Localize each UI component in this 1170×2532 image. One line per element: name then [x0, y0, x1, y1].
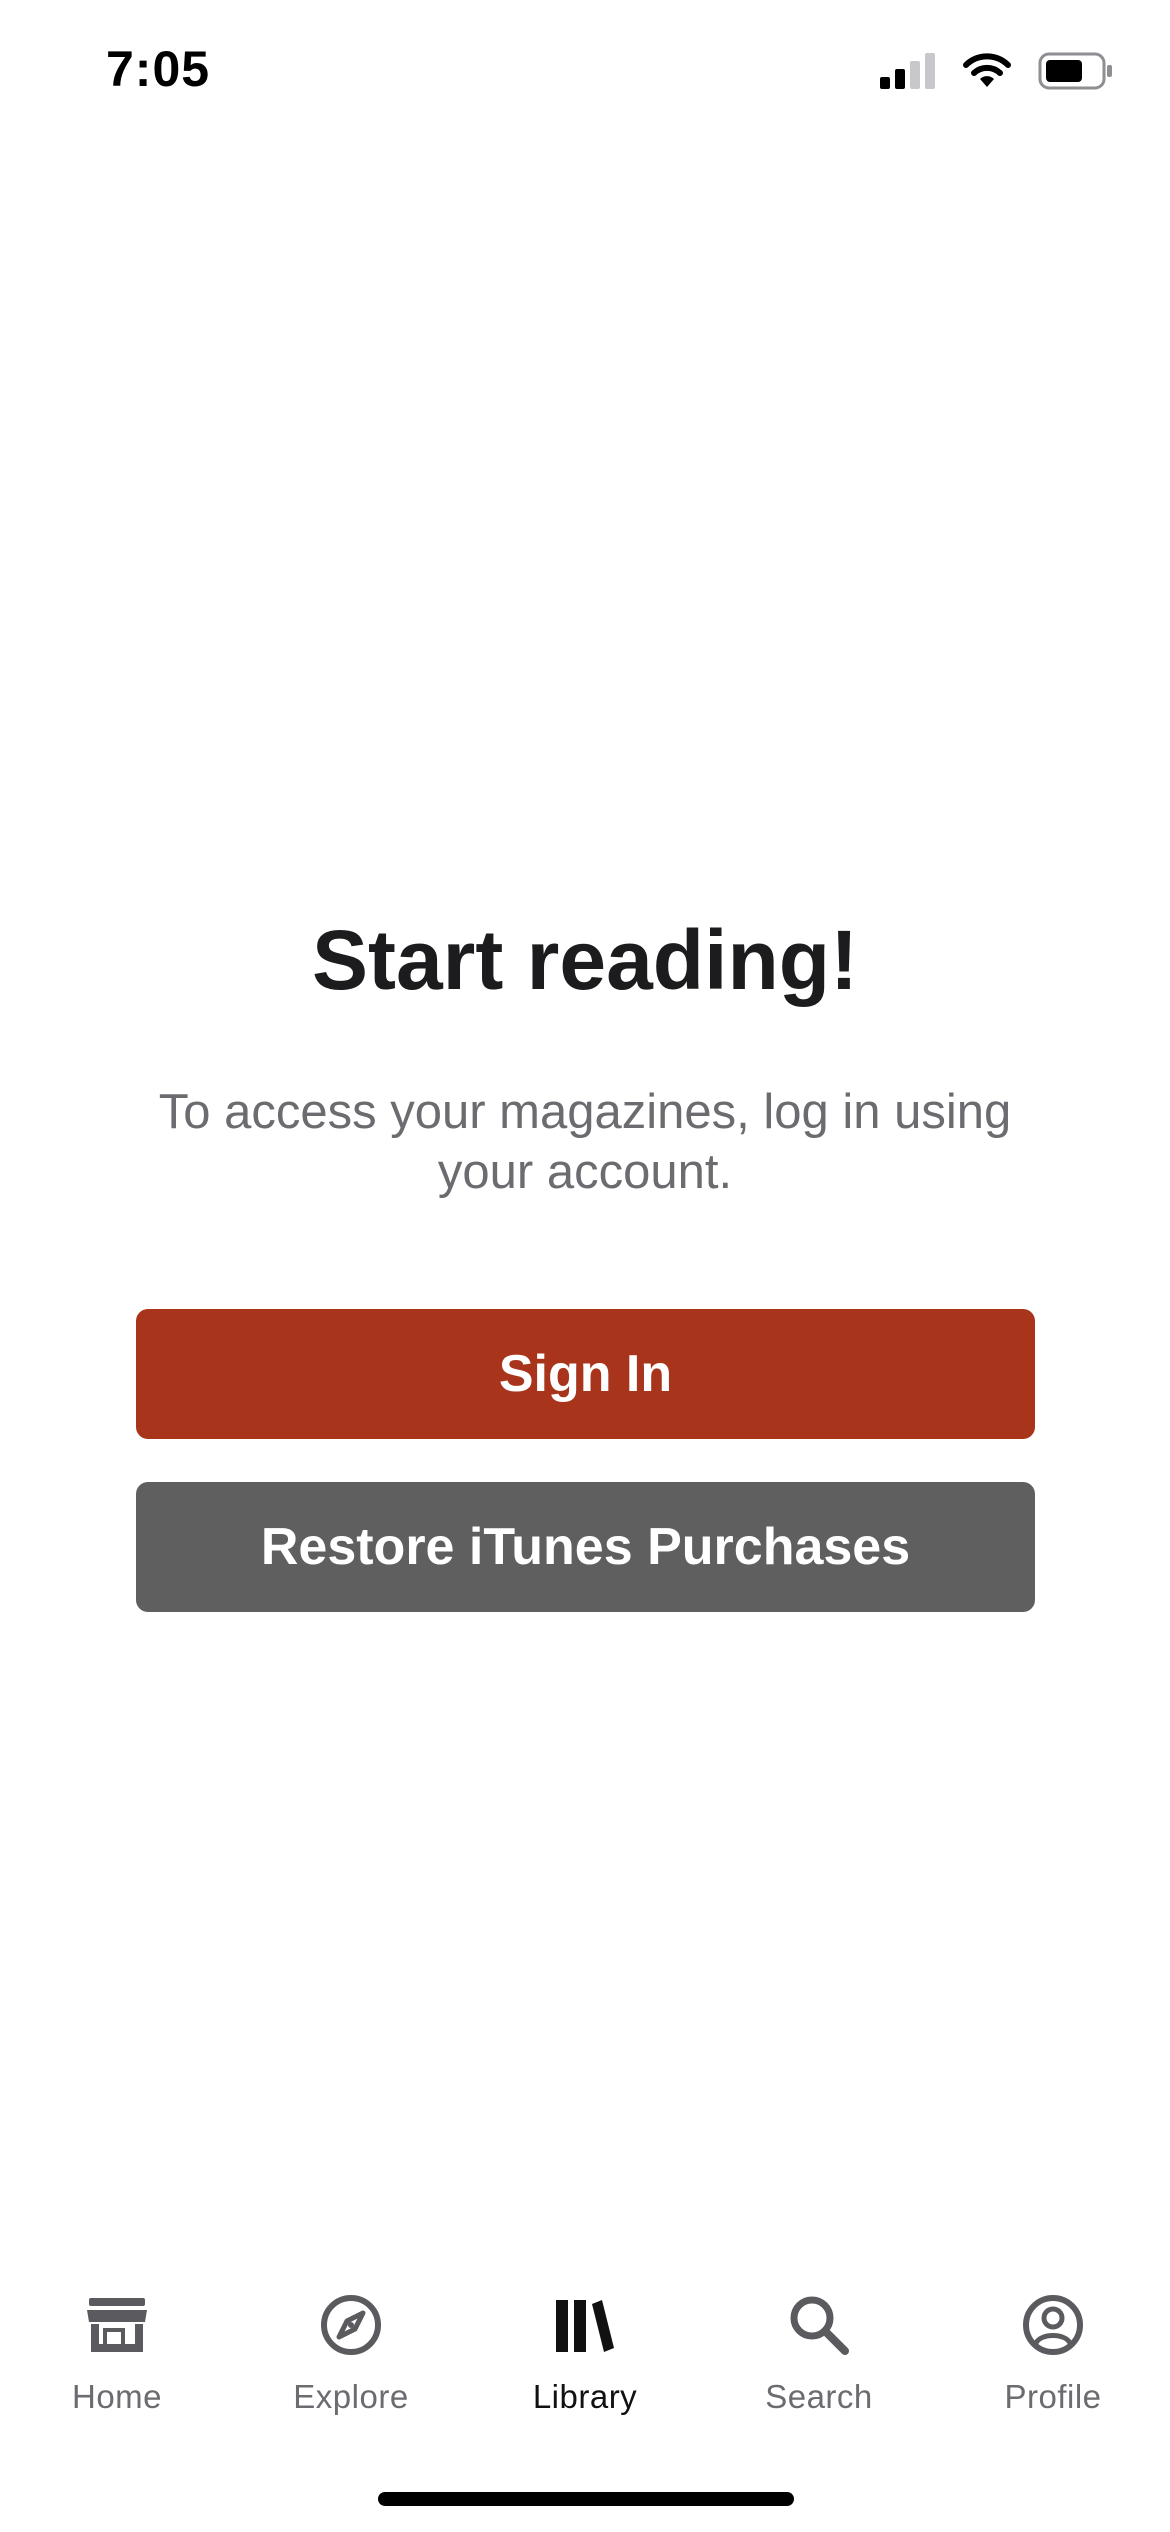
- status-icons: [880, 52, 1114, 90]
- tab-label: Library: [532, 2378, 638, 2415]
- tab-home[interactable]: Home: [0, 2290, 234, 2440]
- page-subtitle: To access your magazines, log in using y…: [158, 1085, 1012, 1199]
- tab-search[interactable]: Search: [702, 2290, 936, 2440]
- sign-in-button[interactable]: Sign In: [136, 1309, 1035, 1439]
- tab-profile[interactable]: Profile: [936, 2290, 1170, 2440]
- wifi-icon: [962, 53, 1012, 89]
- status-time: 7:05: [106, 41, 211, 97]
- storefront-icon: [82, 2290, 152, 2360]
- tab-bar: Home Explore Library Search Profile: [0, 2290, 1170, 2440]
- main-content: Start reading! To access your magazines,…: [0, 900, 1170, 1202]
- compass-icon: [316, 2290, 386, 2360]
- tab-label: Search: [765, 2378, 873, 2415]
- tab-label: Profile: [1004, 2378, 1102, 2415]
- search-icon: [784, 2290, 854, 2360]
- battery-icon: [1038, 52, 1114, 90]
- signal-icon: [880, 53, 936, 89]
- tab-library[interactable]: Library: [468, 2290, 702, 2440]
- library-icon: [550, 2290, 620, 2360]
- home-indicator[interactable]: [378, 2492, 794, 2506]
- profile-icon: [1018, 2290, 1088, 2360]
- tab-explore[interactable]: Explore: [234, 2290, 468, 2440]
- tab-label: Explore: [293, 2378, 409, 2415]
- status-bar: 7:05: [0, 0, 1170, 150]
- restore-purchases-button[interactable]: Restore iTunes Purchases: [136, 1482, 1035, 1612]
- page-title: Start reading!: [311, 913, 859, 1007]
- tab-label: Home: [71, 2378, 163, 2415]
